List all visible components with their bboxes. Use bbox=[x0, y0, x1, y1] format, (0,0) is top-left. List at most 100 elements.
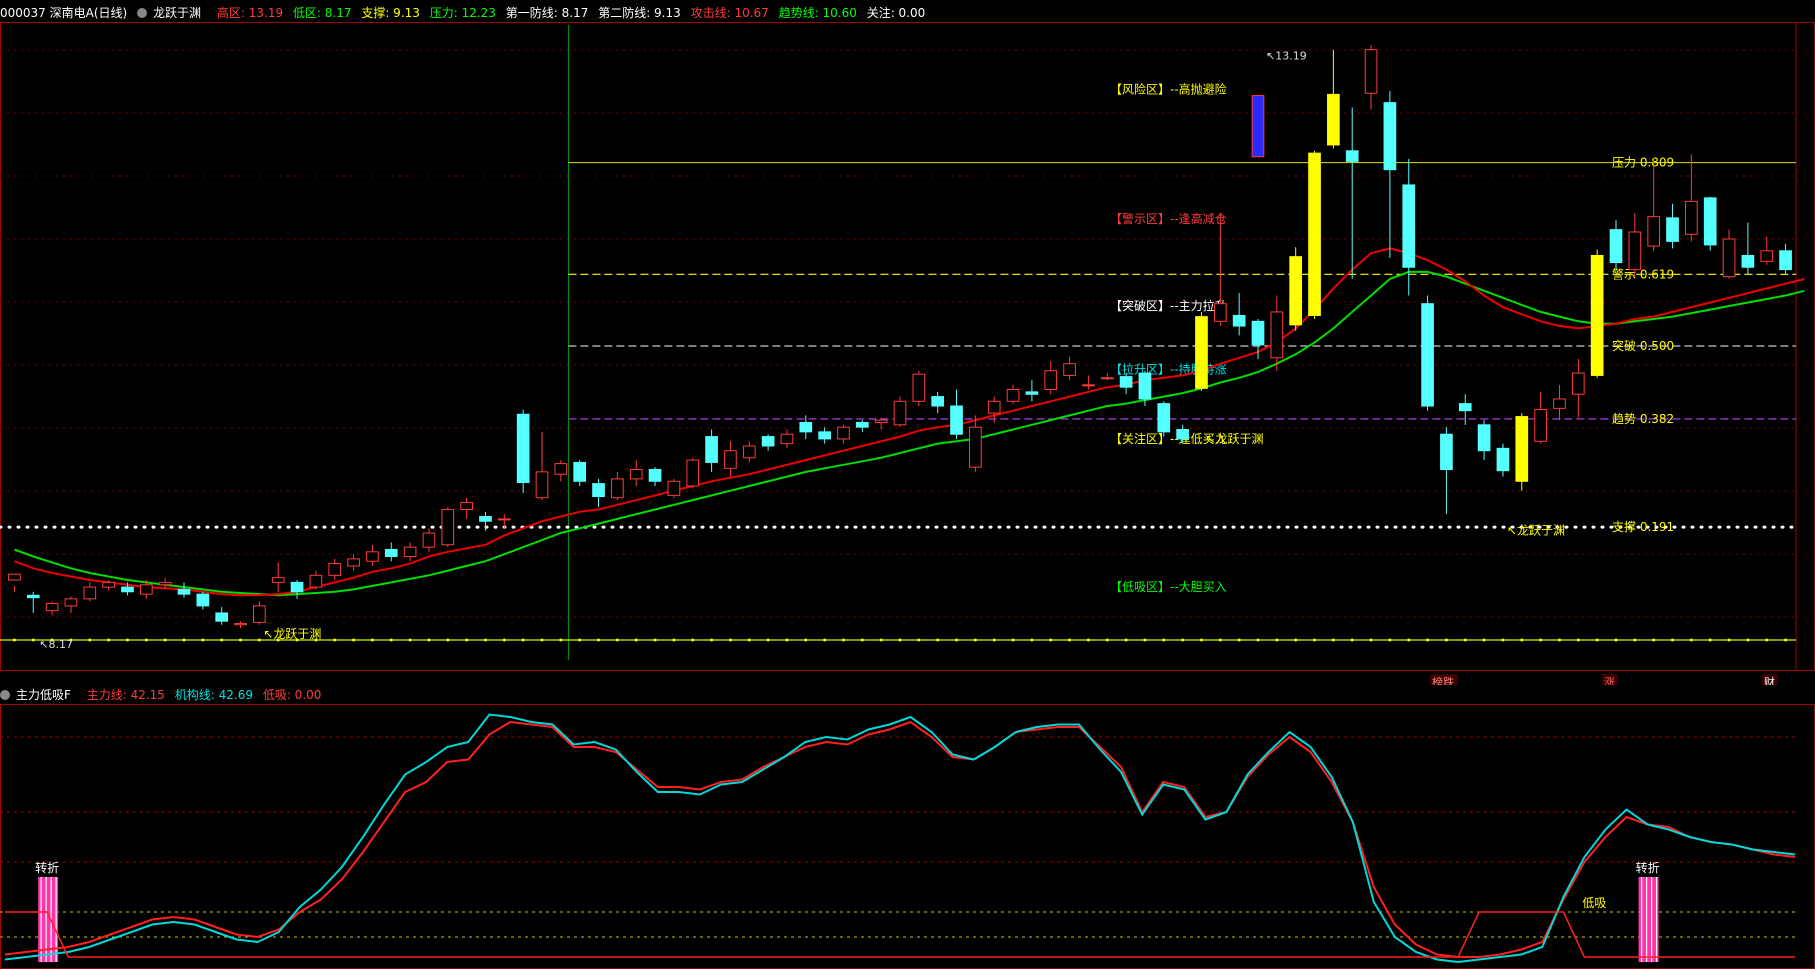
bottom-line-dot bbox=[785, 638, 789, 642]
bottom-line-dot bbox=[1350, 638, 1354, 642]
bottom-line-dot bbox=[710, 638, 714, 642]
bottom-line-dot bbox=[1331, 638, 1335, 642]
candle-body bbox=[592, 483, 605, 498]
bottom-line-dot bbox=[1595, 638, 1599, 642]
bottom-line-dot bbox=[1765, 638, 1769, 642]
candle-body bbox=[309, 574, 323, 588]
candle-body bbox=[196, 593, 210, 607]
bottom-line-dot bbox=[107, 638, 111, 642]
oscillator-chart[interactable]: 转折 转折低吸 bbox=[0, 704, 1815, 969]
bottom-line-dot bbox=[1275, 638, 1279, 642]
candle-body bbox=[554, 463, 568, 475]
candle-body bbox=[64, 598, 78, 607]
bottom-line-dot bbox=[1313, 638, 1317, 642]
candle-body bbox=[648, 469, 662, 482]
candle-body bbox=[328, 563, 342, 576]
candle-body bbox=[253, 605, 266, 623]
bottom-line-dot bbox=[370, 638, 374, 642]
bottom-line-dot bbox=[446, 638, 450, 642]
bottom-line-dot bbox=[898, 638, 902, 642]
candle-body bbox=[1666, 217, 1679, 242]
bottom-line-dot bbox=[1011, 638, 1015, 642]
bottom-line-dot bbox=[728, 638, 732, 642]
candle-body bbox=[290, 581, 304, 593]
candle-body bbox=[1477, 424, 1491, 452]
candle-body bbox=[1025, 391, 1039, 395]
bottom-line-dot bbox=[653, 638, 657, 642]
bottom-line-dot bbox=[257, 638, 261, 642]
series-line-1 bbox=[4, 713, 1796, 964]
bottom-line-dot bbox=[1463, 638, 1467, 642]
bottom-line-dot bbox=[1407, 638, 1411, 642]
bottom-line-dot bbox=[1426, 638, 1430, 642]
bottom-line-dot bbox=[634, 638, 638, 642]
bottom-line-dot bbox=[1652, 638, 1656, 642]
sub-panel-frame bbox=[0, 704, 1815, 969]
bottom-line-dot bbox=[408, 638, 412, 642]
sub-indicator-item-2: 低吸: 0.00 bbox=[262, 688, 322, 702]
candle-body bbox=[102, 581, 115, 588]
zone-label-3: 【拉升区】--持股待涨 bbox=[1110, 362, 1227, 377]
candle-body bbox=[950, 405, 963, 435]
candle-body bbox=[516, 413, 530, 483]
candle-body bbox=[1157, 403, 1171, 433]
candle-body bbox=[1741, 254, 1755, 268]
candle-body bbox=[1421, 303, 1434, 407]
candle-body bbox=[893, 400, 907, 426]
candle-body bbox=[347, 558, 360, 567]
bottom-line-dot bbox=[804, 638, 808, 642]
bottom-line-dot bbox=[955, 638, 959, 642]
candle-body bbox=[1685, 200, 1698, 235]
candlestick-chart[interactable]: 压力 0.809 警示 0.619 突破 0.500 趋势 0.382 支撑 0.191… bbox=[0, 0, 1815, 685]
candle-body bbox=[1402, 184, 1416, 268]
candle-body bbox=[611, 478, 624, 499]
candle-body bbox=[1571, 372, 1585, 395]
candle-body bbox=[271, 577, 285, 583]
bottom-line-dot bbox=[672, 638, 676, 642]
candle-body bbox=[1006, 389, 1020, 402]
candle-body bbox=[799, 421, 813, 433]
bottom-line-dot bbox=[502, 638, 506, 642]
candle-body bbox=[366, 551, 379, 562]
bottom-line-dot bbox=[766, 638, 770, 642]
bottom-line-dot bbox=[427, 638, 431, 642]
candle-body bbox=[1609, 229, 1623, 264]
candle-body bbox=[1063, 363, 1076, 376]
candle-body bbox=[234, 623, 247, 626]
settings-circle-icon[interactable] bbox=[0, 690, 10, 700]
candle-body bbox=[1044, 370, 1058, 391]
level-label-1: 警示 0.619 bbox=[1612, 266, 1674, 281]
bottom-line-dot bbox=[1294, 638, 1298, 642]
zone-label-5: 【低吸区】--大胆买入 bbox=[1110, 580, 1227, 594]
signal-annotation-0: ↖龙跃于渊 bbox=[263, 627, 321, 641]
bottom-line-dot bbox=[1746, 638, 1750, 642]
bottom-line-dot bbox=[1199, 638, 1203, 642]
candle-body bbox=[1760, 250, 1774, 262]
bottom-line-dot bbox=[1388, 638, 1392, 642]
candle-body bbox=[384, 548, 398, 558]
candle-body bbox=[1176, 429, 1189, 440]
candle-body bbox=[422, 532, 436, 548]
candle-body bbox=[573, 461, 587, 482]
bottom-line-dot bbox=[823, 638, 827, 642]
candle-body-highlight bbox=[1251, 95, 1265, 158]
turning-signal-label-1: 转折 bbox=[1636, 860, 1660, 875]
level-label-2: 突破 0.500 bbox=[1612, 338, 1674, 353]
sub-indicator-name[interactable]: 主力低吸F bbox=[0, 688, 77, 702]
bottom-line-dot bbox=[465, 638, 469, 642]
signal-annotation-1: ↖龙跃于渊 bbox=[1205, 432, 1263, 446]
candle-body bbox=[761, 436, 775, 447]
candle-body bbox=[969, 426, 982, 468]
candle-body bbox=[780, 433, 794, 445]
bottom-line-dot bbox=[1671, 638, 1675, 642]
sub-indicator-name-label: 主力低吸F bbox=[16, 688, 71, 702]
bottom-line-dot bbox=[747, 638, 751, 642]
candle-body bbox=[215, 612, 229, 622]
bottom-line-dot bbox=[879, 638, 883, 642]
turning-signal-label-0: 转折 bbox=[35, 860, 59, 875]
bottom-line-dot bbox=[1218, 638, 1222, 642]
candle-body bbox=[1383, 102, 1397, 171]
bottom-line-dot bbox=[389, 638, 393, 642]
bottom-line-dot bbox=[1143, 638, 1147, 642]
bottom-line-dot bbox=[1614, 638, 1618, 642]
